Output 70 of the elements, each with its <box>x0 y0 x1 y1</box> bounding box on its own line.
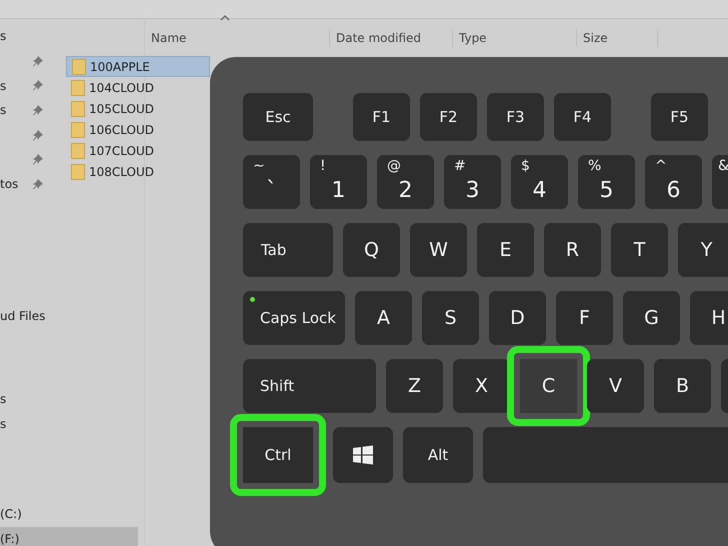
file-row[interactable]: 104CLOUD <box>66 77 210 98</box>
key[interactable]: Y <box>678 223 728 277</box>
key[interactable]: F1 <box>353 93 410 141</box>
sidebar-item[interactable]: tos <box>0 177 18 192</box>
file-row[interactable]: 108CLOUD <box>66 161 210 182</box>
key[interactable]: H <box>690 291 728 345</box>
file-row[interactable]: 107CLOUD <box>66 140 210 161</box>
key[interactable]: T <box>611 223 668 277</box>
alt-key[interactable]: Alt <box>403 427 473 483</box>
file-name: 107CLOUD <box>89 144 154 158</box>
sidebar-item[interactable]: (C:) <box>0 502 144 527</box>
file-name: 100APPLE <box>90 60 150 74</box>
column-header[interactable]: Size <box>577 29 658 47</box>
folder-icon <box>71 164 85 180</box>
folder-icon <box>72 58 86 74</box>
file-name: 106CLOUD <box>89 122 154 136</box>
key[interactable]: D <box>489 291 546 345</box>
sidebar-item[interactable]: s <box>0 103 6 118</box>
column-header[interactable]: Name <box>145 29 330 47</box>
key[interactable]: C <box>507 346 590 426</box>
caps-lock-key[interactable]: Caps Lock <box>243 291 345 345</box>
key[interactable]: X <box>453 359 510 413</box>
key[interactable]: Q <box>343 223 400 277</box>
file-row[interactable]: 100APPLE <box>66 56 210 77</box>
key[interactable]: R <box>544 223 601 277</box>
file-name: 105CLOUD <box>89 102 154 116</box>
key[interactable]: F4 <box>554 93 611 141</box>
key[interactable]: S <box>422 291 479 345</box>
file-name: 108CLOUD <box>89 164 154 178</box>
sidebar-item[interactable]: (F:) <box>0 526 138 546</box>
sidebar-item[interactable]: ud Files <box>0 309 46 324</box>
sort-caret-icon[interactable] <box>220 15 230 21</box>
file-name: 104CLOUD <box>89 80 154 94</box>
space-bar[interactable] <box>483 427 728 483</box>
key[interactable]: A <box>355 291 412 345</box>
key[interactable]: Esc <box>243 93 313 141</box>
key[interactable]: V <box>587 359 644 413</box>
column-header[interactable]: Type <box>453 29 577 47</box>
key[interactable]: ! 1 <box>310 155 367 209</box>
folder-icon <box>71 80 85 96</box>
ctrl-key[interactable]: Ctrl <box>230 414 326 496</box>
key[interactable]: W <box>410 223 467 277</box>
file-row[interactable]: 105CLOUD <box>66 98 210 119</box>
folder-icon <box>71 142 85 158</box>
key[interactable]: $ 4 <box>511 155 568 209</box>
sidebar-item[interactable]: s <box>0 416 6 431</box>
key[interactable]: ~ ` <box>243 155 300 209</box>
key[interactable]: F3 <box>487 93 544 141</box>
folder-icon <box>71 122 85 138</box>
key[interactable]: E <box>477 223 534 277</box>
windows-logo-icon <box>353 445 373 465</box>
key[interactable]: F5 <box>651 93 708 141</box>
key[interactable]: F <box>556 291 613 345</box>
key[interactable]: ^ 6 <box>645 155 702 209</box>
tab-key[interactable]: Tab <box>243 223 333 277</box>
key[interactable]: % 5 <box>578 155 635 209</box>
key[interactable]: B <box>654 359 711 413</box>
sidebar-item[interactable]: s <box>0 392 6 406</box>
file-row[interactable]: 106CLOUD <box>66 119 210 140</box>
sidebar-item[interactable]: s <box>0 29 6 44</box>
key[interactable]: F2 <box>420 93 477 141</box>
key[interactable]: Z <box>386 359 443 413</box>
key[interactable]: # 3 <box>444 155 501 209</box>
column-header[interactable]: Date modified <box>330 29 453 47</box>
key[interactable]: @ 2 <box>377 155 434 209</box>
key[interactable]: G <box>623 291 680 345</box>
windows-key[interactable] <box>333 427 393 483</box>
folder-icon <box>71 100 85 116</box>
shift-key[interactable]: Shift <box>243 359 376 413</box>
sidebar-item[interactable]: s <box>0 78 6 93</box>
